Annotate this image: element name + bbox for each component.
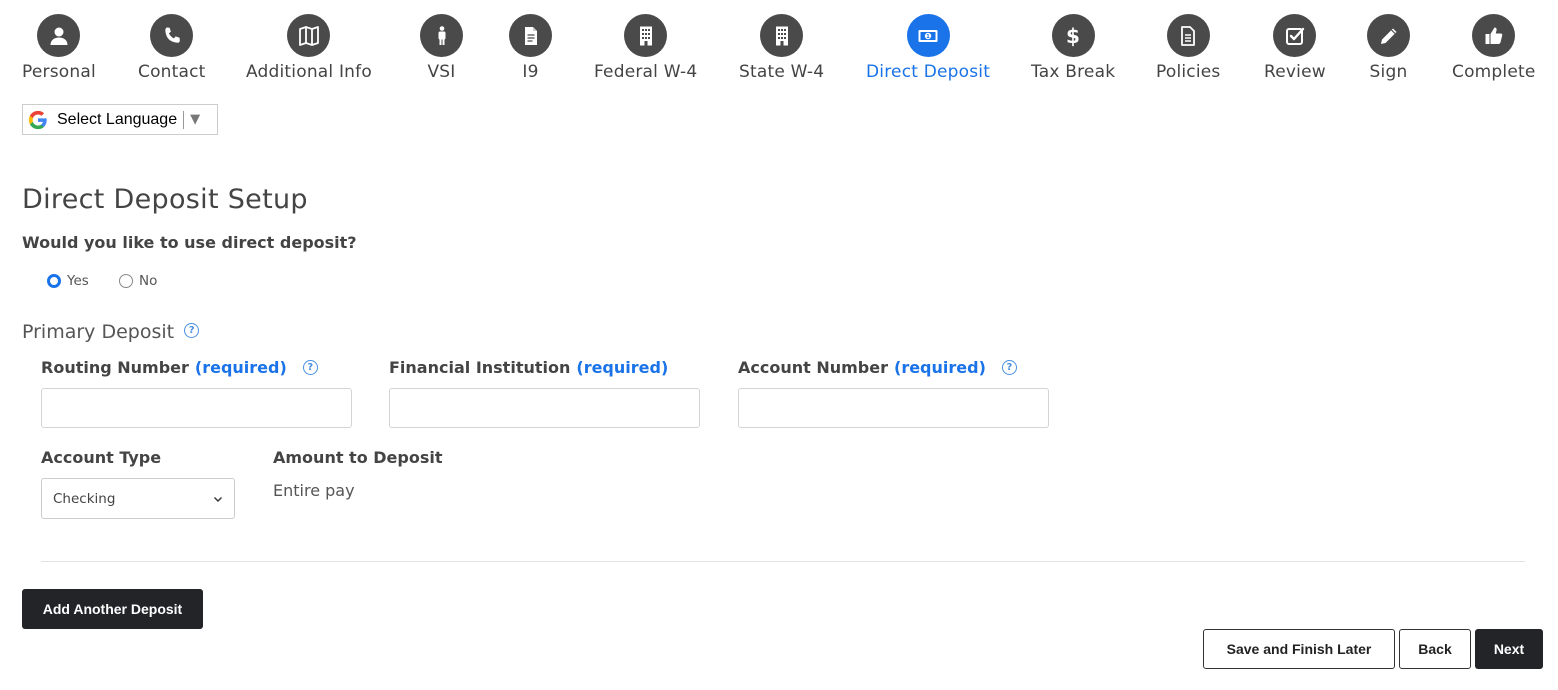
svg-text:1: 1 xyxy=(926,34,930,40)
back-button[interactable]: Back xyxy=(1399,629,1471,669)
document-icon xyxy=(509,14,552,57)
account-number-input[interactable] xyxy=(738,388,1049,428)
step-vsi[interactable]: VSI xyxy=(420,14,463,82)
step-sign[interactable]: Sign xyxy=(1367,14,1410,82)
direct-deposit-question: Would you like to use direct deposit? xyxy=(22,233,357,252)
building-icon xyxy=(760,14,804,57)
money-icon: 1 xyxy=(906,14,950,57)
help-icon[interactable]: ? xyxy=(302,360,318,375)
step-label: I9 xyxy=(522,62,539,82)
step-label: Additional Info xyxy=(246,62,372,82)
step-i9[interactable]: I9 xyxy=(509,14,552,82)
google-icon xyxy=(28,110,47,129)
field-label: Routing Number xyxy=(41,358,189,377)
step-label: Complete xyxy=(1452,62,1536,82)
pencil-icon xyxy=(1367,14,1410,57)
next-button[interactable]: Next xyxy=(1475,629,1543,669)
primary-deposit-title: Primary Deposit xyxy=(22,321,175,343)
progress-steps: Personal Contact Additional Info VSI I9 … xyxy=(0,0,1558,100)
field-label: Account Number xyxy=(738,358,888,377)
financial-institution-input[interactable] xyxy=(389,388,700,428)
account-type-value: Checking xyxy=(53,490,116,507)
step-label: Federal W-4 xyxy=(594,62,698,82)
page-title: Direct Deposit Setup xyxy=(22,184,308,215)
radio-no-label: No xyxy=(139,273,158,289)
language-select-divider xyxy=(183,110,185,129)
radio-dot-selected[interactable] xyxy=(47,274,61,288)
step-label: State W-4 xyxy=(739,62,825,82)
step-state-w4[interactable]: State W-4 xyxy=(739,14,824,82)
step-review[interactable]: Review xyxy=(1264,14,1326,82)
step-label: Contact xyxy=(138,62,206,82)
person-icon xyxy=(37,14,81,57)
financial-institution-label: Financial Institution (required) xyxy=(389,358,668,377)
step-policies[interactable]: Policies xyxy=(1156,14,1220,82)
step-label: Personal xyxy=(22,62,96,82)
help-icon[interactable]: ? xyxy=(1001,360,1017,375)
routing-number-label: Routing Number (required) ? xyxy=(41,358,318,377)
map-icon xyxy=(287,14,331,57)
document-icon xyxy=(1166,14,1210,57)
svg-text:$: $ xyxy=(1066,24,1080,48)
step-direct-deposit[interactable]: 1 Direct Deposit xyxy=(866,14,990,82)
language-select[interactable]: Select Language ▼ xyxy=(22,104,218,135)
account-type-select[interactable]: Checking xyxy=(41,478,235,519)
divider xyxy=(41,561,1525,562)
step-tax-break[interactable]: $ Tax Break xyxy=(1031,14,1115,82)
step-contact[interactable]: Contact xyxy=(138,14,206,82)
radio-yes[interactable]: Yes xyxy=(47,273,89,289)
account-type-label: Account Type xyxy=(41,448,162,467)
amount-to-deposit-value: Entire pay xyxy=(273,481,355,500)
building-icon xyxy=(624,14,668,57)
dollar-icon: $ xyxy=(1051,14,1095,57)
add-another-deposit-button[interactable]: Add Another Deposit xyxy=(22,589,203,629)
account-number-label: Account Number (required) ? xyxy=(738,358,1017,377)
help-icon[interactable]: ? xyxy=(184,322,200,338)
step-federal-w4[interactable]: Federal W-4 xyxy=(594,14,697,82)
radio-no[interactable]: No xyxy=(119,273,157,289)
field-label: Financial Institution xyxy=(389,358,571,377)
thumbs-up-icon xyxy=(1472,14,1516,57)
step-label: Review xyxy=(1264,62,1326,82)
step-label: Policies xyxy=(1156,62,1221,82)
checkbox-icon xyxy=(1273,14,1317,57)
radio-dot[interactable] xyxy=(119,274,133,288)
caret-down-icon: ▼ xyxy=(190,112,201,127)
step-personal[interactable]: Personal xyxy=(22,14,96,82)
required-marker: (required) xyxy=(194,358,287,377)
radio-yes-label: Yes xyxy=(67,273,89,289)
step-label: Tax Break xyxy=(1031,62,1116,82)
step-additional-info[interactable]: Additional Info xyxy=(246,14,372,82)
amount-to-deposit-label: Amount to Deposit xyxy=(273,448,443,467)
phone-icon xyxy=(150,14,194,57)
required-marker: (required) xyxy=(576,358,669,377)
step-label: Direct Deposit xyxy=(866,62,991,82)
chevron-down-icon xyxy=(214,496,222,502)
primary-deposit-heading: Primary Deposit ? xyxy=(22,321,200,343)
required-marker: (required) xyxy=(894,358,986,377)
person-standing-icon xyxy=(420,14,463,57)
step-label: VSI xyxy=(427,62,456,82)
routing-number-input[interactable] xyxy=(41,388,352,428)
step-label: Sign xyxy=(1369,62,1408,82)
save-and-finish-later-button[interactable]: Save and Finish Later xyxy=(1203,629,1395,669)
language-select-label: Select Language xyxy=(57,110,178,128)
step-complete[interactable]: Complete xyxy=(1452,14,1536,82)
